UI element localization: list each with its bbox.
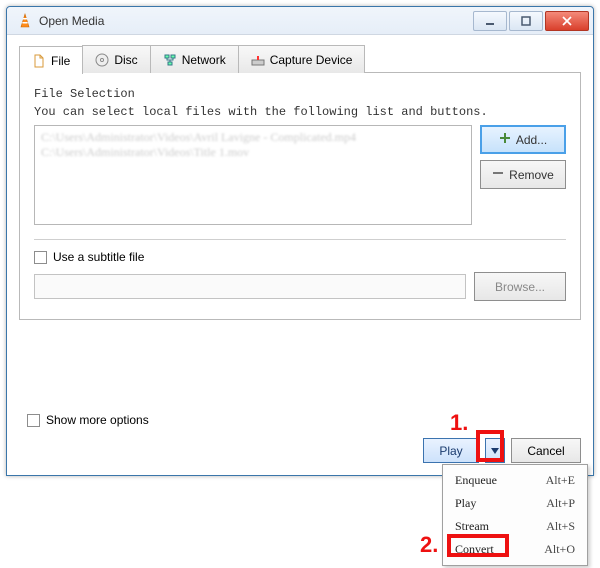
titlebar: Open Media — [7, 7, 593, 35]
open-media-window: Open Media File Disc Network Capture Dev — [6, 6, 594, 476]
divider — [34, 239, 566, 240]
minimize-button[interactable] — [473, 11, 507, 31]
file-entry[interactable]: C:\Users\Administrator\Videos\Title 1.mo… — [41, 145, 465, 160]
tab-disc[interactable]: Disc — [82, 45, 150, 73]
window-controls — [473, 11, 589, 31]
show-more-options-row[interactable]: Show more options — [27, 413, 149, 427]
tab-capture-device[interactable]: Capture Device — [238, 45, 366, 73]
add-button[interactable]: Add... — [480, 125, 566, 154]
subtitle-checkbox-row[interactable]: Use a subtitle file — [34, 250, 566, 264]
play-button[interactable]: Play — [423, 438, 479, 463]
tab-label: Capture Device — [270, 53, 353, 67]
annotation-label-2: 2. — [420, 534, 438, 556]
button-label: Play — [439, 444, 462, 458]
minus-icon — [492, 167, 504, 182]
chevron-down-icon — [491, 448, 499, 454]
button-label: Browse... — [495, 280, 545, 294]
capture-icon — [251, 53, 265, 67]
button-label: Add... — [516, 133, 547, 147]
play-dropdown-button[interactable] — [485, 438, 505, 463]
subtitle-path-input[interactable] — [34, 274, 466, 299]
file-panel: File Selection You can select local file… — [19, 73, 581, 320]
file-list[interactable]: C:\Users\Administrator\Videos\Avril Lavi… — [34, 125, 472, 225]
tab-network[interactable]: Network — [150, 45, 239, 73]
tab-file[interactable]: File — [19, 46, 83, 74]
play-dropdown-menu: EnqueueAlt+E PlayAlt+P StreamAlt+S Conve… — [442, 464, 588, 566]
tab-label: File — [51, 54, 70, 68]
maximize-button[interactable] — [509, 11, 543, 31]
network-icon — [163, 53, 177, 67]
vlc-icon — [17, 13, 33, 29]
tab-label: Disc — [114, 53, 137, 67]
menu-item-enqueue[interactable]: EnqueueAlt+E — [443, 469, 587, 492]
window-title: Open Media — [39, 14, 473, 28]
button-label: Remove — [509, 168, 554, 182]
checkbox-label: Use a subtitle file — [53, 250, 144, 264]
tab-bar: File Disc Network Capture Device — [19, 45, 581, 73]
checkbox[interactable] — [27, 414, 40, 427]
browse-button[interactable]: Browse... — [474, 272, 566, 301]
annotation-label-1: 1. — [450, 412, 468, 434]
menu-item-play[interactable]: PlayAlt+P — [443, 492, 587, 515]
content-area: File Disc Network Capture Device File Se… — [7, 35, 593, 475]
file-selection-description: You can select local files with the foll… — [34, 105, 566, 119]
remove-button[interactable]: Remove — [480, 160, 566, 189]
cancel-button[interactable]: Cancel — [511, 438, 581, 463]
menu-item-convert[interactable]: ConvertAlt+O — [443, 538, 587, 561]
checkbox-label: Show more options — [46, 413, 149, 427]
file-entry[interactable]: C:\Users\Administrator\Videos\Avril Lavi… — [41, 130, 465, 145]
checkbox[interactable] — [34, 251, 47, 264]
close-button[interactable] — [545, 11, 589, 31]
menu-item-stream[interactable]: StreamAlt+S — [443, 515, 587, 538]
button-label: Cancel — [527, 444, 564, 458]
tab-label: Network — [182, 53, 226, 67]
disc-icon — [95, 53, 109, 67]
file-selection-title: File Selection — [34, 87, 566, 101]
plus-icon — [499, 132, 511, 147]
file-icon — [32, 54, 46, 68]
